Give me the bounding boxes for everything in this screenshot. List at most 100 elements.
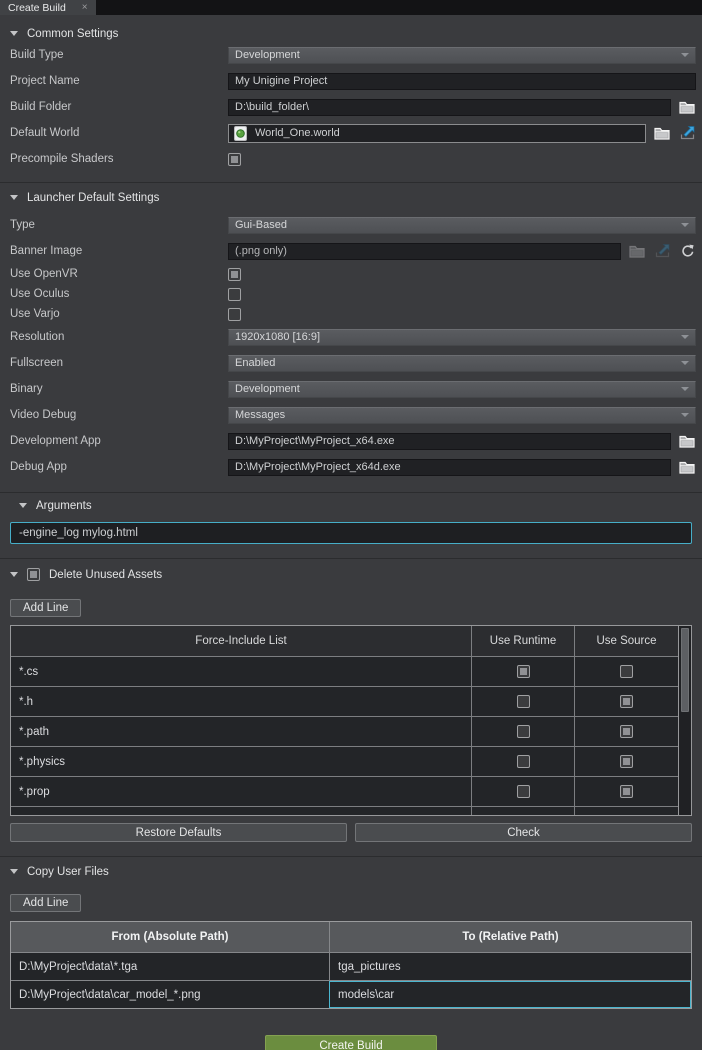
section-header-common-settings[interactable]: Common Settings bbox=[0, 25, 702, 42]
fullscreen-dropdown[interactable]: Enabled bbox=[228, 355, 696, 372]
field-row-precompile-shaders: Precompile Shaders bbox=[0, 146, 702, 172]
add-line-button[interactable]: Add Line bbox=[10, 599, 81, 617]
folder-icon[interactable] bbox=[678, 459, 696, 475]
use-oculus-checkbox[interactable] bbox=[228, 288, 241, 301]
restore-defaults-button[interactable]: Restore Defaults bbox=[10, 823, 347, 842]
debug-app-input[interactable]: D:\MyProject\MyProject_x64d.exe bbox=[228, 459, 671, 476]
use-runtime-checkbox[interactable] bbox=[517, 755, 530, 768]
video-debug-label: Video Debug bbox=[10, 409, 228, 421]
collapse-triangle-icon[interactable] bbox=[10, 31, 18, 36]
chevron-down-icon bbox=[681, 387, 689, 391]
field-row-development-app: Development App D:\MyProject\MyProject_x… bbox=[0, 428, 702, 454]
tab-bar: Create Build × bbox=[0, 0, 702, 15]
field-row-build-type: Build Type Development bbox=[0, 42, 702, 68]
use-runtime-checkbox[interactable] bbox=[517, 665, 530, 678]
binary-dropdown[interactable]: Development bbox=[228, 381, 696, 398]
delete-unused-assets-checkbox[interactable] bbox=[27, 568, 40, 581]
table-header-row: From (Absolute Path) To (Relative Path) bbox=[11, 922, 691, 952]
use-varjo-checkbox[interactable] bbox=[228, 308, 241, 321]
column-header-use-source[interactable]: Use Source bbox=[574, 626, 678, 656]
create-build-button[interactable]: Create Build bbox=[265, 1035, 437, 1050]
default-world-input[interactable]: World_One.world bbox=[228, 124, 646, 143]
use-source-checkbox[interactable] bbox=[620, 755, 633, 768]
tab-create-build[interactable]: Create Build × bbox=[0, 0, 96, 15]
use-varjo-label: Use Varjo bbox=[10, 308, 228, 320]
development-app-label: Development App bbox=[10, 435, 228, 447]
scrollbar-thumb[interactable] bbox=[681, 628, 689, 712]
column-header-to[interactable]: To (Relative Path) bbox=[329, 922, 691, 952]
use-source-checkbox[interactable] bbox=[620, 695, 633, 708]
video-debug-dropdown[interactable]: Messages bbox=[228, 407, 696, 424]
collapse-triangle-icon[interactable] bbox=[19, 503, 27, 508]
dropdown-value: Enabled bbox=[235, 357, 275, 369]
import-arrow-icon[interactable] bbox=[653, 243, 671, 259]
project-name-label: Project Name bbox=[10, 75, 228, 87]
section-header-copy-user-files[interactable]: Copy User Files bbox=[0, 863, 702, 880]
dropdown-value: Messages bbox=[235, 409, 285, 421]
section-header-launcher-settings[interactable]: Launcher Default Settings bbox=[0, 189, 702, 206]
collapse-triangle-icon[interactable] bbox=[10, 869, 18, 874]
from-path-cell[interactable]: D:\MyProject\data\*.tga bbox=[11, 953, 329, 980]
folder-icon[interactable] bbox=[628, 243, 646, 259]
folder-icon[interactable] bbox=[678, 99, 696, 115]
add-line-button[interactable]: Add Line bbox=[10, 894, 81, 912]
resolution-dropdown[interactable]: 1920x1080 [16:9] bbox=[228, 329, 696, 346]
use-source-checkbox[interactable] bbox=[620, 785, 633, 798]
section-title: Delete Unused Assets bbox=[49, 569, 162, 581]
field-row-fullscreen: Fullscreen Enabled bbox=[0, 350, 702, 376]
field-row-binary: Binary Development bbox=[0, 376, 702, 402]
table-row[interactable]: *.path bbox=[11, 716, 678, 746]
table-scrollbar[interactable] bbox=[678, 626, 691, 815]
use-runtime-checkbox[interactable] bbox=[517, 785, 530, 798]
use-source-checkbox[interactable] bbox=[620, 725, 633, 738]
reset-icon[interactable] bbox=[678, 243, 696, 259]
from-path-cell[interactable]: D:\MyProject\data\car_model_*.png bbox=[11, 981, 329, 1008]
debug-app-label: Debug App bbox=[10, 461, 228, 473]
to-path-cell[interactable]: tga_pictures bbox=[329, 953, 691, 980]
collapse-triangle-icon[interactable] bbox=[10, 195, 18, 200]
default-world-label: Default World bbox=[10, 127, 228, 139]
build-type-dropdown[interactable]: Development bbox=[228, 47, 696, 64]
precompile-shaders-checkbox[interactable] bbox=[228, 153, 241, 166]
folder-icon[interactable] bbox=[678, 433, 696, 449]
section-divider bbox=[0, 492, 702, 493]
build-folder-input[interactable]: D:\build_folder\ bbox=[228, 99, 671, 116]
launcher-type-dropdown[interactable]: Gui-Based bbox=[228, 217, 696, 234]
section-header-arguments[interactable]: Arguments bbox=[0, 497, 702, 514]
pattern-cell[interactable]: *.h bbox=[11, 687, 471, 716]
project-name-input[interactable]: My Unigine Project bbox=[228, 73, 696, 90]
copy-user-files-table: From (Absolute Path) To (Relative Path) … bbox=[10, 921, 692, 1009]
arguments-input[interactable]: -engine_log mylog.html bbox=[10, 522, 692, 544]
table-row[interactable]: *.physics bbox=[11, 746, 678, 776]
table-row[interactable]: D:\MyProject\data\*.tga tga_pictures bbox=[11, 952, 691, 980]
column-header-force-include[interactable]: Force-Include List bbox=[11, 626, 471, 656]
table-row[interactable]: *.h bbox=[11, 686, 678, 716]
section-divider bbox=[0, 558, 702, 559]
pattern-cell[interactable]: *.prop bbox=[11, 777, 471, 806]
field-row-resolution: Resolution 1920x1080 [16:9] bbox=[0, 324, 702, 350]
section-header-delete-unused-assets[interactable]: Delete Unused Assets bbox=[0, 566, 702, 583]
table-row[interactable]: *.cs bbox=[11, 656, 678, 686]
table-row[interactable]: *.prop bbox=[11, 776, 678, 806]
dropdown-value: Development bbox=[235, 49, 300, 61]
pattern-cell[interactable]: *.physics bbox=[11, 747, 471, 776]
column-header-from[interactable]: From (Absolute Path) bbox=[11, 922, 329, 952]
pattern-cell[interactable]: *.cs bbox=[11, 657, 471, 686]
use-runtime-checkbox[interactable] bbox=[517, 695, 530, 708]
banner-image-input[interactable]: (.png only) bbox=[228, 243, 621, 260]
import-arrow-icon[interactable] bbox=[678, 125, 696, 141]
table-row[interactable]: D:\MyProject\data\car_model_*.png models… bbox=[11, 980, 691, 1008]
check-button[interactable]: Check bbox=[355, 823, 692, 842]
field-row-build-folder: Build Folder D:\build_folder\ bbox=[0, 94, 702, 120]
section-divider bbox=[0, 182, 702, 183]
folder-icon[interactable] bbox=[653, 125, 671, 141]
use-runtime-checkbox[interactable] bbox=[517, 725, 530, 738]
pattern-cell[interactable]: *.path bbox=[11, 717, 471, 746]
close-icon[interactable]: × bbox=[82, 3, 88, 13]
collapse-triangle-icon[interactable] bbox=[10, 572, 18, 577]
to-path-cell[interactable]: models\car bbox=[329, 981, 691, 1008]
use-source-checkbox[interactable] bbox=[620, 665, 633, 678]
column-header-use-runtime[interactable]: Use Runtime bbox=[471, 626, 574, 656]
development-app-input[interactable]: D:\MyProject\MyProject_x64.exe bbox=[228, 433, 671, 450]
use-openvr-checkbox[interactable] bbox=[228, 268, 241, 281]
